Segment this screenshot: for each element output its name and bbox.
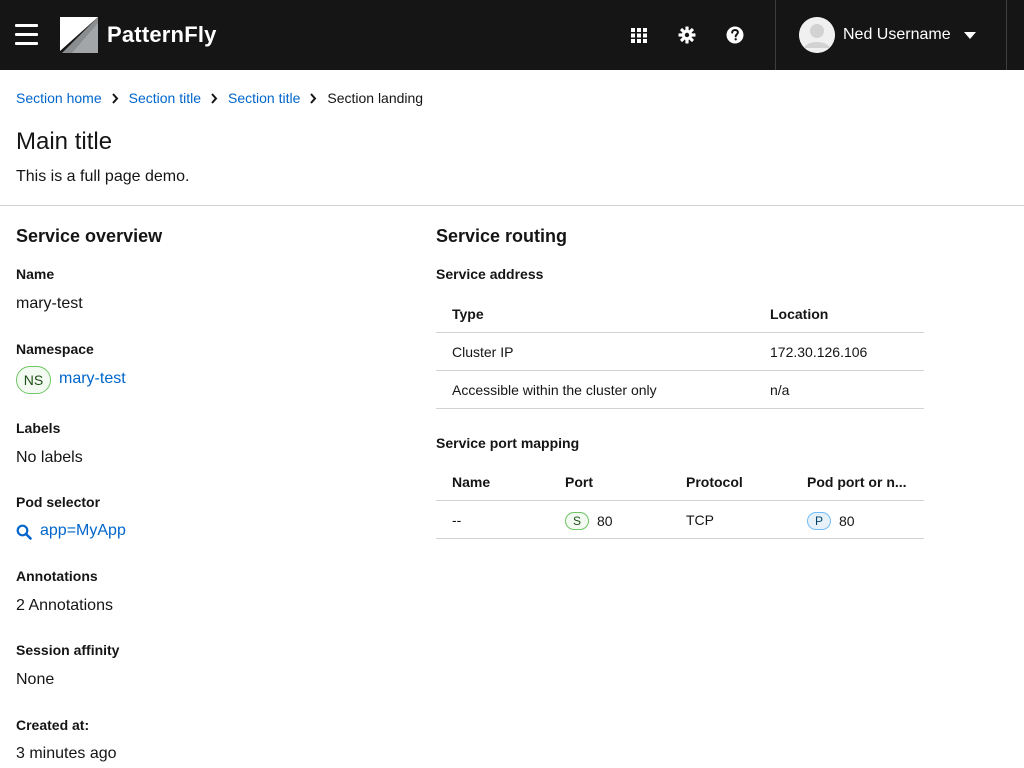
- labels-label: Labels: [16, 420, 61, 436]
- created-at-label: Created at:: [16, 717, 90, 733]
- page-title: Main title: [16, 128, 113, 155]
- toolbar-divider: [775, 0, 776, 70]
- angle-right-icon: [211, 92, 218, 104]
- service-port-mapping-heading: Service port mapping: [436, 435, 580, 451]
- breadcrumb-current: Section landing: [327, 90, 424, 106]
- pod-selector-label: Pod selector: [16, 494, 101, 510]
- table-header-row: Name Port Protocol Pod port or n...: [436, 463, 924, 501]
- table-cell-port: S 80: [565, 512, 613, 530]
- angle-right-icon: [111, 92, 118, 104]
- pod-port-value: 80: [839, 513, 855, 529]
- question-circle-icon[interactable]: [724, 24, 746, 46]
- hamburger-icon[interactable]: [15, 24, 38, 45]
- table-header-row: Type Location: [436, 295, 924, 333]
- angle-right-icon: [310, 92, 317, 104]
- table-cell-protocol: TCP: [686, 512, 714, 528]
- column-header-location[interactable]: Location: [770, 306, 828, 322]
- table-cell-location: 172.30.126.106: [770, 344, 868, 360]
- name-label: Name: [16, 266, 55, 282]
- table-cell-location: n/a: [770, 382, 790, 398]
- masthead-edge-divider: [1006, 0, 1007, 70]
- service-overview-heading: Service overview: [16, 226, 163, 246]
- table-row: Accessible within the cluster only n/a: [436, 371, 924, 409]
- avatar[interactable]: [799, 17, 835, 53]
- breadcrumb-link-section-home[interactable]: Section home: [16, 90, 102, 106]
- table-cell-type: Cluster IP: [452, 344, 514, 360]
- service-address-table: Type Location Cluster IP 172.30.126.106 …: [436, 295, 924, 409]
- column-header-type[interactable]: Type: [452, 306, 484, 322]
- column-header-name[interactable]: Name: [452, 474, 490, 490]
- section-divider: [0, 205, 1024, 206]
- service-port-mapping-table: Name Port Protocol Pod port or n... -- S…: [436, 463, 924, 539]
- table-row: -- S 80 TCP P 80: [436, 501, 924, 539]
- table-row: Cluster IP 172.30.126.106: [436, 333, 924, 371]
- grid-icon[interactable]: [628, 24, 650, 46]
- namespace-link[interactable]: mary-test: [59, 370, 126, 388]
- column-header-pod-port[interactable]: Pod port or n...: [807, 474, 907, 490]
- service-port-badge: S: [565, 512, 590, 530]
- column-header-protocol[interactable]: Protocol: [686, 474, 743, 490]
- namespace-badge: NS: [16, 366, 51, 394]
- pod-port-badge: P: [807, 512, 832, 530]
- breadcrumb-link-section-title[interactable]: Section title: [129, 90, 201, 106]
- created-at-value: 3 minutes ago: [16, 745, 117, 762]
- service-routing-heading: Service routing: [436, 226, 568, 246]
- column-header-port[interactable]: Port: [565, 474, 593, 490]
- user-name[interactable]: Ned Username: [843, 26, 951, 44]
- session-affinity-value: None: [16, 671, 55, 688]
- annotations-label: Annotations: [16, 568, 98, 584]
- masthead: PatternFly Ned Username: [0, 0, 1024, 70]
- user-silhouette-icon: [799, 17, 835, 53]
- gear-icon[interactable]: [676, 24, 698, 46]
- name-value: mary-test: [16, 295, 83, 312]
- patternfly-logo[interactable]: [60, 17, 98, 53]
- table-cell-pod-port: P 80: [807, 512, 855, 530]
- port-value: 80: [597, 513, 613, 529]
- table-cell-type: Accessible within the cluster only: [452, 382, 657, 398]
- service-address-heading: Service address: [436, 266, 544, 282]
- page-subtitle: This is a full page demo.: [16, 168, 190, 185]
- brand-name[interactable]: PatternFly: [107, 22, 217, 48]
- table-cell-name: --: [452, 512, 462, 528]
- namespace-label: Namespace: [16, 341, 94, 357]
- session-affinity-label: Session affinity: [16, 642, 120, 658]
- pod-selector-link[interactable]: app=MyApp: [40, 522, 126, 540]
- labels-value: No labels: [16, 449, 83, 466]
- breadcrumb: Section home Section title Section title…: [16, 90, 423, 106]
- annotations-value: 2 Annotations: [16, 597, 113, 614]
- caret-down-icon[interactable]: [963, 31, 977, 40]
- breadcrumb-link-section-title-2[interactable]: Section title: [228, 90, 300, 106]
- search-icon[interactable]: [16, 524, 32, 540]
